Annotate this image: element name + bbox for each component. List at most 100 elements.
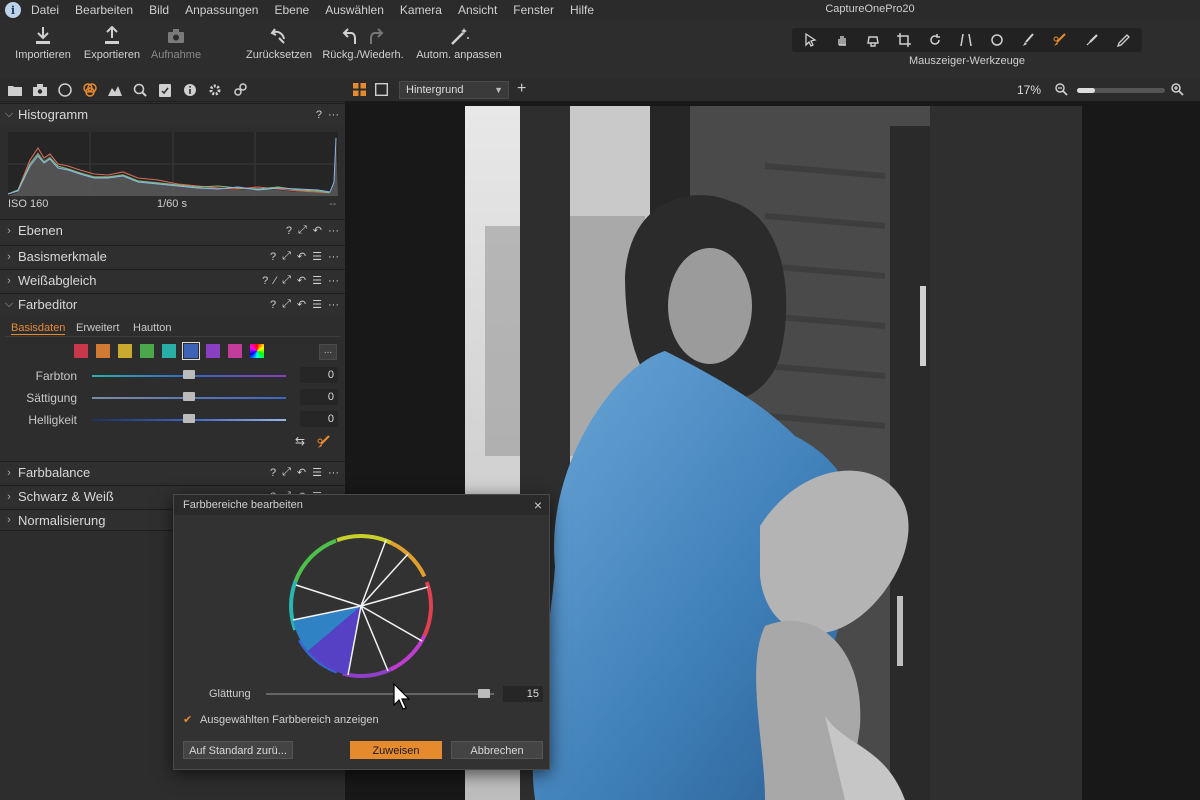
annotate-tool-icon[interactable] xyxy=(1116,33,1130,47)
color-picker-tool-icon[interactable] xyxy=(1052,33,1068,47)
menu-select[interactable]: Auswählen xyxy=(325,3,384,17)
brush-tool-icon[interactable] xyxy=(1021,33,1035,47)
presets-icon[interactable]: ☰ xyxy=(312,466,322,479)
capture-button[interactable]: Aufnahme xyxy=(148,26,204,61)
menu-image[interactable]: Bild xyxy=(149,3,169,17)
exposure-tab-icon[interactable] xyxy=(105,80,125,100)
zoom-in-icon[interactable] xyxy=(1171,83,1184,99)
saturation-value[interactable]: 0 xyxy=(300,389,338,405)
reset-icon[interactable]: ↶ xyxy=(297,298,306,311)
basic-section-header[interactable]: › Basismerkmale ? ⤢ ↶ ☰ ··· xyxy=(0,245,345,267)
smoothing-value[interactable]: 15 xyxy=(503,686,543,702)
menu-file[interactable]: Datei xyxy=(31,3,59,17)
menu-edit[interactable]: Bearbeiten xyxy=(75,3,133,17)
metadata-tab-icon[interactable] xyxy=(180,80,200,100)
reset-button[interactable]: Zurücksetzen xyxy=(244,26,314,61)
layers-section-header[interactable]: › Ebenen ? ⤢ ↶ ··· xyxy=(0,219,345,241)
more-icon[interactable]: ··· xyxy=(328,467,339,479)
histogram-section-header[interactable]: ⌵ Histogramm ? ··· xyxy=(0,103,345,125)
more-icon[interactable]: ··· xyxy=(328,299,339,311)
spot-removal-tool-icon[interactable] xyxy=(990,33,1004,47)
color-balance-section-header[interactable]: › Farbbalance ? ⤢ ↶ ☰ ··· xyxy=(0,461,345,483)
menu-help[interactable]: Hilfe xyxy=(570,3,594,17)
lightness-slider-handle[interactable] xyxy=(183,414,195,423)
auto-adjust-button[interactable]: Autom. anpassen xyxy=(412,26,506,61)
more-icon[interactable]: ··· xyxy=(328,225,339,237)
tab-basic[interactable]: Basisdaten xyxy=(11,322,66,335)
reset-icon[interactable]: ↶ xyxy=(297,250,306,263)
undo-redo-button[interactable]: Rückg./Wiederh. xyxy=(318,26,408,61)
help-icon[interactable]: ? xyxy=(262,275,268,287)
help-icon[interactable]: ? xyxy=(270,467,276,479)
swatch-all-colors[interactable] xyxy=(250,344,264,358)
reset-icon[interactable]: ↶ xyxy=(297,466,306,479)
app-info-icon[interactable]: i xyxy=(5,2,21,18)
tab-skin-tone[interactable]: Hautton xyxy=(133,322,172,334)
more-icon[interactable]: ··· xyxy=(328,275,339,287)
pan-tool-icon[interactable] xyxy=(835,33,849,47)
more-icon[interactable]: ··· xyxy=(328,109,339,121)
swatch-cyan[interactable] xyxy=(162,344,176,358)
output-tab-icon[interactable] xyxy=(205,80,225,100)
expand-icon[interactable]: ⤢ xyxy=(282,298,291,311)
keystone-tool-icon[interactable] xyxy=(959,33,973,47)
tab-advanced[interactable]: Erweitert xyxy=(76,322,119,334)
color-picker-icon[interactable] xyxy=(316,434,332,453)
saturation-slider-handle[interactable] xyxy=(183,392,195,401)
swap-icon[interactable]: ⇆ xyxy=(295,434,305,448)
hue-value[interactable]: 0 xyxy=(300,367,338,383)
reset-icon[interactable]: ↶ xyxy=(313,224,322,237)
help-icon[interactable]: ? xyxy=(316,109,322,121)
reset-icon[interactable]: ↶ xyxy=(297,274,306,287)
smoothing-slider-handle[interactable] xyxy=(478,689,490,698)
export-button[interactable]: Exportieren xyxy=(82,26,142,61)
swatch-blue[interactable] xyxy=(182,342,200,360)
crop-tool-icon[interactable] xyxy=(897,33,912,47)
single-view-icon[interactable] xyxy=(374,82,389,99)
color-wheel[interactable] xyxy=(288,533,434,682)
presets-icon[interactable]: ☰ xyxy=(312,250,322,263)
more-icon[interactable]: ··· xyxy=(328,251,339,263)
help-icon[interactable]: ? xyxy=(286,225,292,237)
library-tab-icon[interactable] xyxy=(5,80,25,100)
adjustments-tab-icon[interactable] xyxy=(155,80,175,100)
details-tab-icon[interactable] xyxy=(130,80,150,100)
picker-icon[interactable]: ⁄ xyxy=(274,275,276,287)
swatch-magenta[interactable] xyxy=(228,344,242,358)
menu-adjustments[interactable]: Anpassungen xyxy=(185,3,258,17)
more-colors-button[interactable]: ... xyxy=(319,344,337,360)
zoom-out-icon[interactable] xyxy=(1055,83,1068,99)
swatch-purple[interactable] xyxy=(206,344,220,358)
rotate-tool-icon[interactable] xyxy=(928,33,942,47)
expand-icon[interactable]: ⤢ xyxy=(282,250,291,263)
pointer-tool-icon[interactable] xyxy=(804,33,818,47)
reset-default-button[interactable]: Auf Standard zurü... xyxy=(183,741,293,759)
color-editor-section-header[interactable]: ⌵ Farbeditor ? ⤢ ↶ ☰ ··· xyxy=(0,293,345,315)
import-button[interactable]: Importieren xyxy=(12,26,74,61)
swatch-orange[interactable] xyxy=(96,344,110,358)
batch-tab-icon[interactable] xyxy=(230,80,250,100)
assign-button[interactable]: Zuweisen xyxy=(350,741,442,759)
smoothing-slider-track[interactable] xyxy=(266,693,494,695)
checkmark-icon[interactable]: ✔ xyxy=(183,713,192,726)
swatch-green[interactable] xyxy=(140,344,154,358)
help-icon[interactable]: ? xyxy=(270,299,276,311)
zoom-slider[interactable] xyxy=(1077,88,1165,93)
lens-tab-icon[interactable] xyxy=(55,80,75,100)
grid-view-icon[interactable] xyxy=(353,83,366,99)
show-range-label[interactable]: Ausgewählten Farbbereich anzeigen xyxy=(200,714,379,726)
color-tab-icon[interactable] xyxy=(80,80,100,100)
loupe-tool-icon[interactable] xyxy=(866,33,880,47)
menu-window[interactable]: Fenster xyxy=(513,3,554,17)
presets-icon[interactable]: ☰ xyxy=(312,298,322,311)
help-icon[interactable]: ? xyxy=(270,251,276,263)
close-icon[interactable]: × xyxy=(534,495,542,515)
eyedropper-tool-icon[interactable] xyxy=(1085,33,1099,47)
menu-camera[interactable]: Kamera xyxy=(400,3,442,17)
expand-icon[interactable]: ⤢ xyxy=(282,274,291,287)
expand-icon[interactable]: ⤢ xyxy=(298,224,307,237)
presets-icon[interactable]: ☰ xyxy=(312,274,322,287)
menu-view[interactable]: Ansicht xyxy=(458,3,497,17)
hue-slider-handle[interactable] xyxy=(183,370,195,379)
swatch-red[interactable] xyxy=(74,344,88,358)
